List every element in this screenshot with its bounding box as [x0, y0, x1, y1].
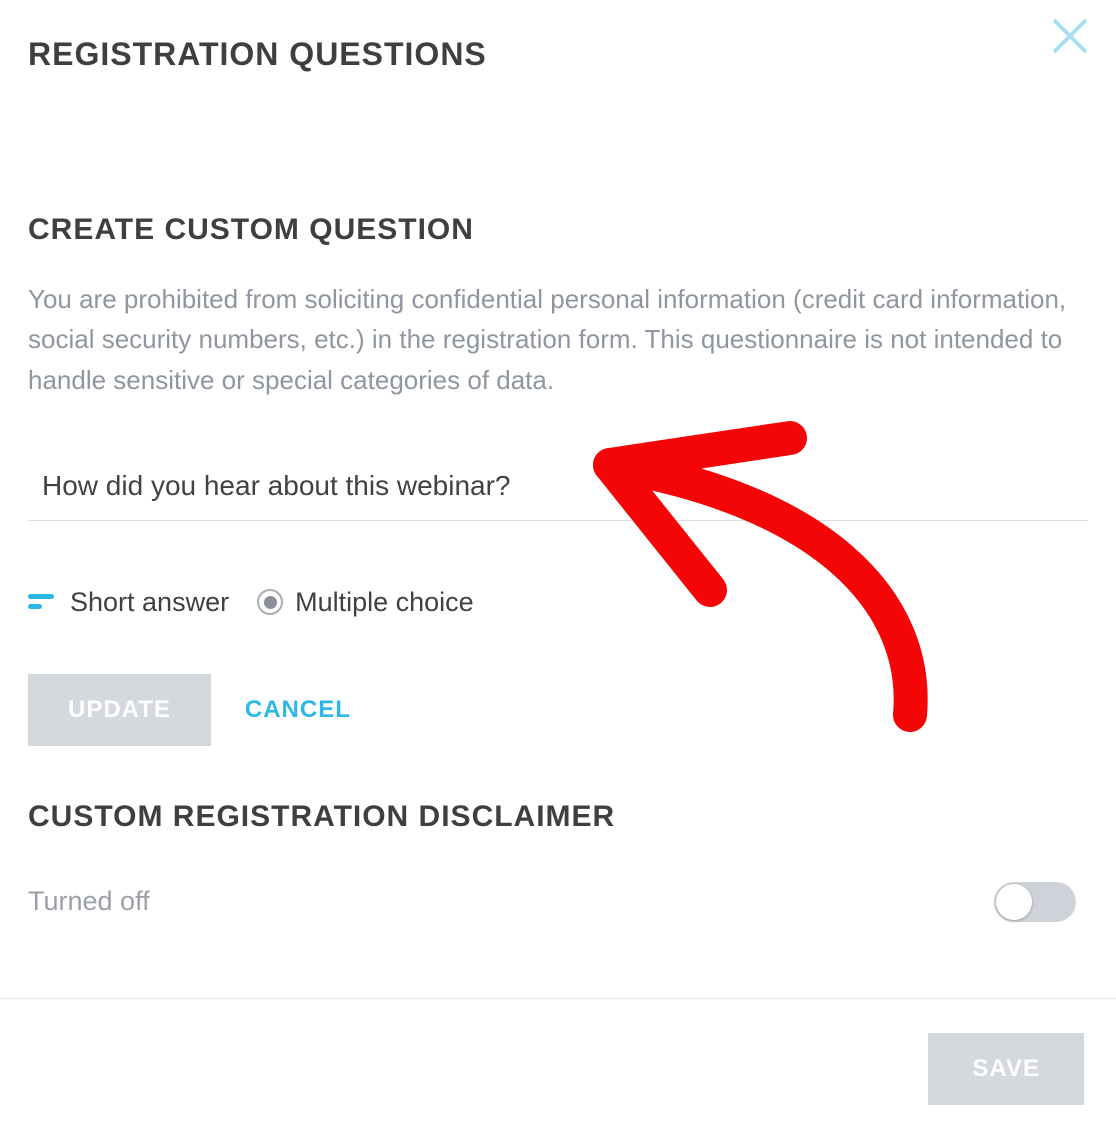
custom-question-input[interactable]	[28, 460, 1088, 521]
save-button[interactable]: SAVE	[928, 1033, 1084, 1105]
disclaimer-toggle[interactable]	[994, 882, 1076, 922]
answer-type-row: Short answer Multiple choice	[28, 587, 1088, 618]
answer-type-short[interactable]: Short answer	[28, 587, 229, 618]
close-button[interactable]	[1042, 10, 1098, 66]
answer-type-short-label: Short answer	[70, 587, 229, 618]
answer-type-multiple[interactable]: Multiple choice	[257, 587, 474, 618]
close-icon	[1050, 16, 1090, 61]
cancel-button[interactable]: CANCEL	[245, 674, 351, 746]
create-question-heading: CREATE CUSTOM QUESTION	[28, 213, 1088, 247]
disclaimer-status-label: Turned off	[28, 886, 150, 917]
registration-questions-modal: REGISTRATION QUESTIONS CREATE CUSTOM QUE…	[0, 0, 1116, 1139]
modal-footer: SAVE	[0, 998, 1116, 1139]
radio-icon	[257, 589, 283, 615]
create-question-description: You are prohibited from soliciting confi…	[28, 279, 1088, 400]
short-answer-icon	[28, 592, 58, 612]
create-question-buttons: UPDATE CANCEL	[28, 674, 1088, 746]
answer-type-multiple-label: Multiple choice	[295, 587, 474, 618]
update-button[interactable]: UPDATE	[28, 674, 211, 746]
disclaimer-row: Turned off	[28, 882, 1088, 922]
modal-title: REGISTRATION QUESTIONS	[28, 36, 1088, 73]
disclaimer-heading: CUSTOM REGISTRATION DISCLAIMER	[28, 800, 1088, 834]
toggle-knob	[996, 884, 1032, 920]
